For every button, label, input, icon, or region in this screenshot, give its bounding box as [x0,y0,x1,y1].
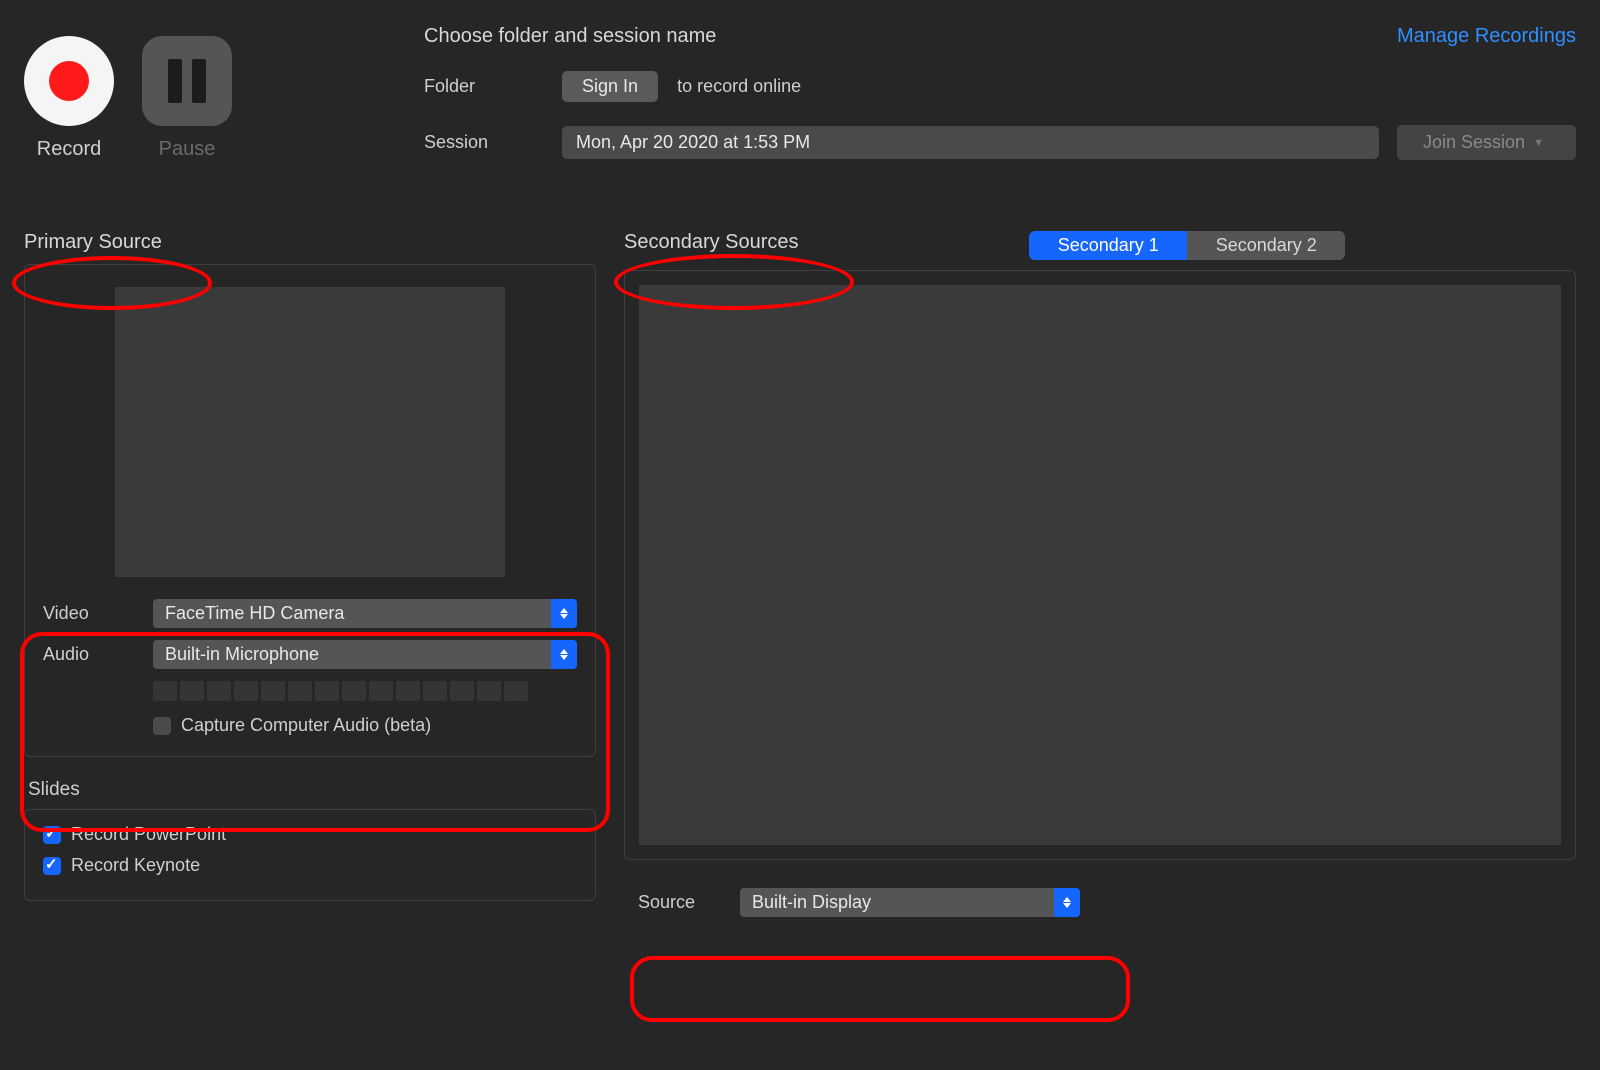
capture-computer-audio-label: Capture Computer Audio (beta) [181,715,431,736]
pause-label: Pause [142,138,232,161]
secondary-panel [624,270,1576,860]
secondary-sources-title: Secondary Sources [624,231,799,254]
annotation-source-row [630,956,1130,1022]
folder-label: Folder [424,76,544,97]
source-select-value: Built-in Display [752,892,871,912]
slides-title: Slides [28,779,596,801]
record-keynote-label: Record Keynote [71,855,200,876]
audio-select[interactable]: Built-in Microphone [153,640,577,669]
primary-panel: Video FaceTime HD Camera Audio Built-in … [24,264,596,757]
record-button[interactable] [24,36,114,126]
slides-panel: Record PowerPoint Record Keynote [24,809,596,901]
tab-secondary-1[interactable]: Secondary 1 [1029,231,1187,260]
pause-button[interactable] [142,36,232,126]
record-powerpoint-checkbox[interactable] [43,826,61,844]
record-label: Record [24,138,114,161]
video-label: Video [43,603,135,624]
updown-icon [551,640,577,669]
record-icon [49,61,89,101]
video-select-value: FaceTime HD Camera [165,603,344,623]
session-input[interactable] [562,126,1379,159]
source-label: Source [638,892,722,913]
updown-icon [551,599,577,628]
primary-preview [115,287,505,577]
session-label: Session [424,132,544,153]
tab-secondary-2[interactable]: Secondary 2 [1187,231,1345,260]
page-title: Choose folder and session name [424,25,1379,48]
record-powerpoint-label: Record PowerPoint [71,824,226,845]
audio-level-meter [153,681,577,701]
join-session-label: Join Session [1423,132,1525,153]
sign-in-button[interactable]: Sign In [562,71,658,102]
video-select[interactable]: FaceTime HD Camera [153,599,577,628]
secondary-tabs: Secondary 1 Secondary 2 [1029,231,1345,260]
audio-label: Audio [43,644,135,665]
folder-note: to record online [677,76,801,96]
join-session-button[interactable]: Join Session ▼ [1397,125,1576,160]
source-select[interactable]: Built-in Display [740,888,1080,917]
manage-recordings-link[interactable]: Manage Recordings [1397,25,1576,48]
capture-computer-audio-checkbox[interactable] [153,717,171,735]
updown-icon [1054,888,1080,917]
audio-select-value: Built-in Microphone [165,644,319,664]
secondary-preview [639,285,1561,845]
chevron-down-icon: ▼ [1533,137,1544,149]
primary-source-title: Primary Source [24,231,596,254]
pause-icon [168,59,206,103]
record-keynote-checkbox[interactable] [43,857,61,875]
